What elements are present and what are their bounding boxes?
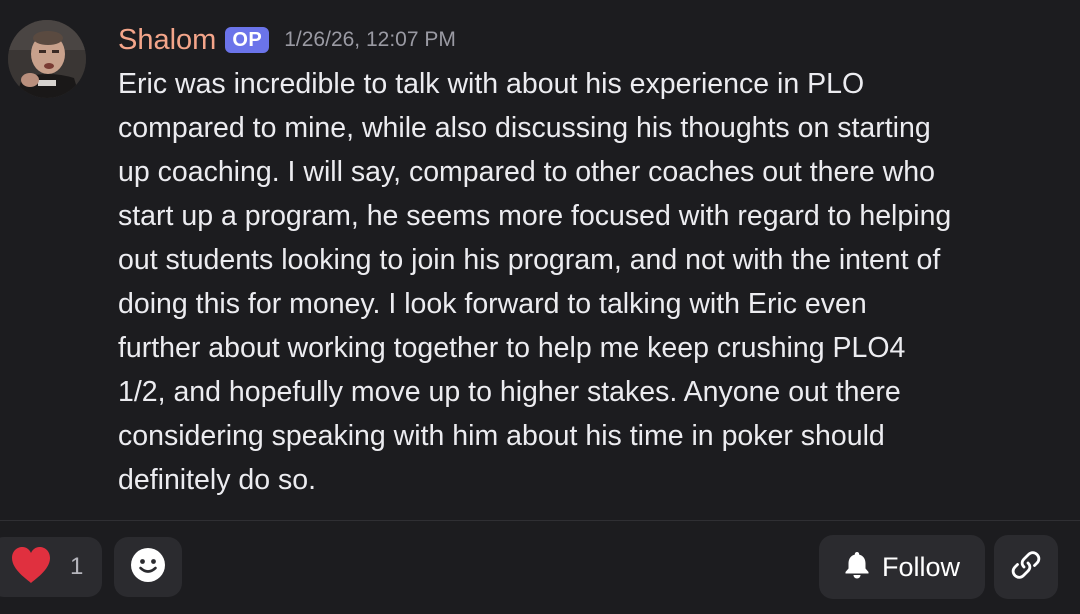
message-header: Shalom OP 1/26/26, 12:07 PM bbox=[118, 20, 456, 60]
timestamp: 1/26/26, 12:07 PM bbox=[284, 28, 456, 51]
heart-icon bbox=[10, 546, 52, 589]
reaction-heart[interactable]: 1 bbox=[0, 537, 102, 597]
avatar[interactable] bbox=[8, 20, 86, 98]
reaction-count: 1 bbox=[70, 553, 84, 580]
add-reaction-button[interactable] bbox=[114, 537, 182, 597]
message: Shalom OP 1/26/26, 12:07 PM Eric was inc… bbox=[0, 0, 1080, 520]
op-badge: OP bbox=[225, 27, 270, 53]
divider bbox=[0, 520, 1080, 521]
thread-view: Shalom OP 1/26/26, 12:07 PM Eric was inc… bbox=[0, 0, 1080, 614]
avatar-image bbox=[8, 20, 86, 98]
bell-icon bbox=[844, 551, 870, 584]
follow-button[interactable]: Follow bbox=[819, 535, 985, 599]
smiley-icon bbox=[130, 547, 166, 588]
follow-label: Follow bbox=[881, 551, 961, 582]
copy-link-button[interactable] bbox=[994, 535, 1058, 599]
author-name[interactable]: Shalom bbox=[118, 20, 216, 60]
link-icon bbox=[1011, 550, 1041, 585]
message-body: Eric was incredible to talk with about h… bbox=[118, 68, 952, 496]
